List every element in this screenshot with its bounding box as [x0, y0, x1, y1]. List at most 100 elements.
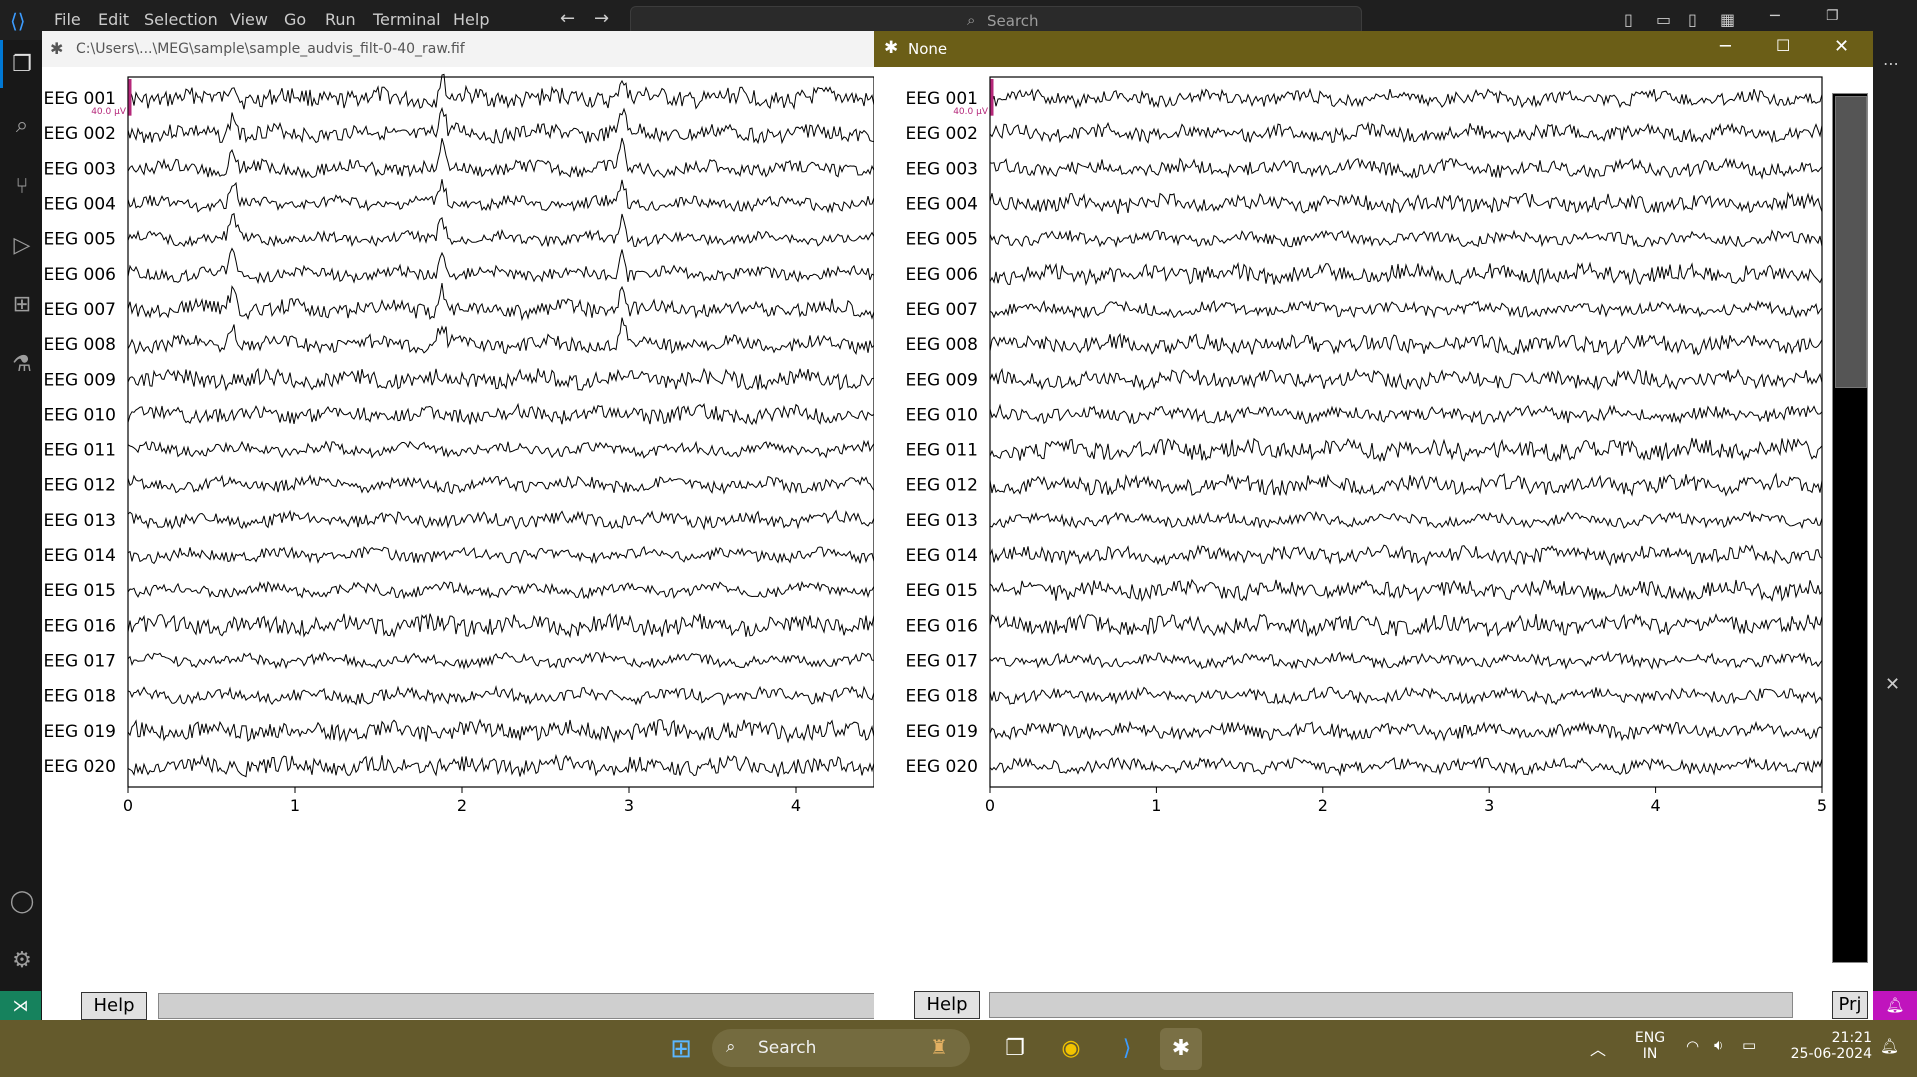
customize-layout-icon[interactable]: ▦	[1720, 10, 1735, 29]
menu-view[interactable]: View	[230, 10, 268, 29]
time-scrollbar-left[interactable]	[158, 993, 874, 1019]
help-button-left[interactable]: Help	[81, 992, 147, 1020]
eeg-traces-plot-left[interactable]: EEG 001EEG 002EEG 003EEG 004EEG 005EEG 0…	[42, 31, 874, 1020]
close-panel-icon[interactable]: ✕	[1885, 674, 1900, 695]
accounts-icon[interactable]: ◯	[9, 889, 35, 915]
chrome-icon[interactable]: ◉	[1050, 1028, 1092, 1070]
source-control-icon[interactable]: ⑂	[9, 174, 35, 200]
channel-label[interactable]: EEG 013	[905, 511, 978, 531]
channel-label[interactable]: EEG 013	[43, 511, 116, 531]
mne-taskbar-icon[interactable]: ✱	[1160, 1028, 1202, 1070]
channel-label[interactable]: EEG 006	[905, 265, 978, 285]
channel-label[interactable]: EEG 005	[905, 230, 978, 250]
channel-label[interactable]: EEG 018	[905, 687, 978, 707]
channel-label[interactable]: EEG 009	[43, 370, 116, 390]
channel-label[interactable]: EEG 020	[43, 757, 116, 777]
volume-icon[interactable]: 🔉︎	[1714, 1036, 1723, 1054]
channel-label[interactable]: EEG 004	[43, 195, 116, 215]
channel-label[interactable]: EEG 019	[43, 722, 116, 742]
task-view-icon[interactable]: ❐	[994, 1028, 1036, 1070]
notifications-icon[interactable]: 🔔︎	[1873, 991, 1917, 1020]
raw-browser-window-right: ✱ None ─ ☐ ✕ EEG 001 EEG 002 EEG 003 EEG 00…	[874, 31, 1873, 1020]
windows-taskbar: ⊞ ⌕ Search ♜ ❐ ◉ ⟩ ✱ ︿ ENG IN ◠ 🔉︎ ▭ 21:…	[0, 1020, 1917, 1077]
channel-label[interactable]: EEG 011	[43, 441, 116, 461]
menu-run[interactable]: Run	[325, 10, 356, 29]
channel-label[interactable]: EEG 005	[43, 230, 116, 250]
x-tick-label: 4	[1651, 796, 1661, 815]
menu-help[interactable]: Help	[453, 10, 489, 29]
toggle-sidebar-icon[interactable]: ▯	[1624, 10, 1633, 29]
channel-label[interactable]: EEG 007	[43, 300, 116, 320]
channel-label[interactable]: EEG 019	[905, 722, 978, 742]
channel-label[interactable]: EEG 009	[905, 370, 978, 390]
menu-file[interactable]: File	[54, 10, 81, 29]
back-arrow-icon[interactable]: ←	[560, 8, 575, 29]
toggle-secondary-sidebar-icon[interactable]: ▯	[1688, 10, 1697, 29]
channel-label[interactable]: EEG 020	[905, 757, 978, 777]
channel-label[interactable]: EEG 018	[43, 687, 116, 707]
channel-label[interactable]: EEG 004	[905, 195, 978, 215]
channel-label[interactable]: EEG 002	[43, 124, 116, 144]
search-icon[interactable]: ⌕	[9, 113, 35, 139]
vscode-taskbar-icon[interactable]: ⟩	[1106, 1028, 1148, 1070]
more-actions-icon[interactable]: ⋯	[1883, 54, 1899, 73]
channel-label[interactable]: EEG 017	[43, 651, 116, 671]
channel-label[interactable]: EEG 003	[905, 159, 978, 179]
menu-go[interactable]: Go	[284, 10, 306, 29]
channel-label[interactable]: EEG 003	[43, 159, 116, 179]
testing-icon[interactable]: ⚗	[9, 352, 35, 378]
show-hidden-icons-icon[interactable]: ︿	[1590, 1036, 1606, 1060]
wifi-icon[interactable]: ◠	[1686, 1037, 1699, 1055]
channel-label[interactable]: EEG 017	[905, 651, 978, 671]
channel-label[interactable]: EEG 008	[43, 335, 116, 355]
plot-frame	[127, 76, 874, 788]
x-tick-label: 5	[1817, 796, 1827, 815]
remote-icon[interactable]: ⋊	[0, 991, 41, 1020]
channel-label[interactable]: EEG 010	[905, 405, 978, 425]
command-search-label: Search	[987, 12, 1039, 30]
eeg-traces-plot-right[interactable]: EEG 001EEG 002EEG 003EEG 004EEG 005EEG 0…	[874, 31, 1873, 1020]
channel-scrollbar-thumb[interactable]	[1835, 96, 1867, 388]
channel-label[interactable]: EEG 010	[43, 405, 116, 425]
channel-label[interactable]: EEG 012	[905, 476, 978, 496]
language-indicator[interactable]: ENG IN	[1630, 1030, 1670, 1062]
x-tick-label: 1	[1151, 796, 1161, 815]
search-icon: ⌕	[726, 1037, 736, 1057]
help-button-right[interactable]: Help	[914, 991, 980, 1019]
windows-start-icon[interactable]: ⊞	[660, 1028, 702, 1070]
channel-scrollbar[interactable]	[1832, 93, 1868, 963]
channel-label[interactable]: EEG 016	[905, 616, 978, 636]
channel-label[interactable]: EEG 014	[43, 546, 116, 566]
channel-label[interactable]: EEG 012	[43, 476, 116, 496]
forward-arrow-icon[interactable]: →	[594, 8, 609, 29]
channel-label[interactable]: EEG 008	[905, 335, 978, 355]
vscode-activity-bar: ❐ ⌕ ⑂ ▷ ⊞ ⚗ ◯ ⚙	[0, 40, 44, 1020]
minimize-icon[interactable]: ─	[1770, 6, 1780, 25]
run-debug-icon[interactable]: ▷	[9, 233, 35, 259]
toggle-panel-icon[interactable]: ▭	[1656, 10, 1671, 29]
channel-label[interactable]: EEG 007	[905, 300, 978, 320]
search-highlight-icon: ♜	[930, 1035, 948, 1059]
x-tick-label: 0	[985, 796, 995, 815]
channel-label[interactable]: EEG 015	[905, 581, 978, 601]
channel-label[interactable]: EEG 002	[905, 124, 978, 144]
taskbar-search-box[interactable]: ⌕ Search ♜	[712, 1029, 970, 1067]
menu-terminal[interactable]: Terminal	[373, 10, 441, 29]
restore-icon[interactable]: ❐	[1826, 8, 1839, 24]
menu-selection[interactable]: Selection	[144, 10, 218, 29]
extensions-icon[interactable]: ⊞	[9, 292, 35, 318]
channel-label[interactable]: EEG 006	[43, 265, 116, 285]
menu-edit[interactable]: Edit	[98, 10, 129, 29]
explorer-icon[interactable]: ❐	[9, 52, 35, 78]
notification-center-icon[interactable]: 🔔︎	[1880, 1037, 1899, 1055]
time-scrollbar-right[interactable]	[989, 992, 1793, 1018]
vscode-right-edge: ⋯ ✕	[1873, 40, 1917, 1020]
channel-label[interactable]: EEG 011	[905, 441, 978, 461]
clock[interactable]: 21:21 25-06-2024	[1782, 1030, 1872, 1062]
gear-icon[interactable]: ⚙	[9, 948, 35, 974]
channel-label[interactable]: EEG 014	[905, 546, 978, 566]
projector-button[interactable]: Prj	[1832, 991, 1868, 1019]
battery-icon[interactable]: ▭	[1742, 1036, 1756, 1054]
channel-label[interactable]: EEG 015	[43, 581, 116, 601]
channel-label[interactable]: EEG 016	[43, 616, 116, 636]
